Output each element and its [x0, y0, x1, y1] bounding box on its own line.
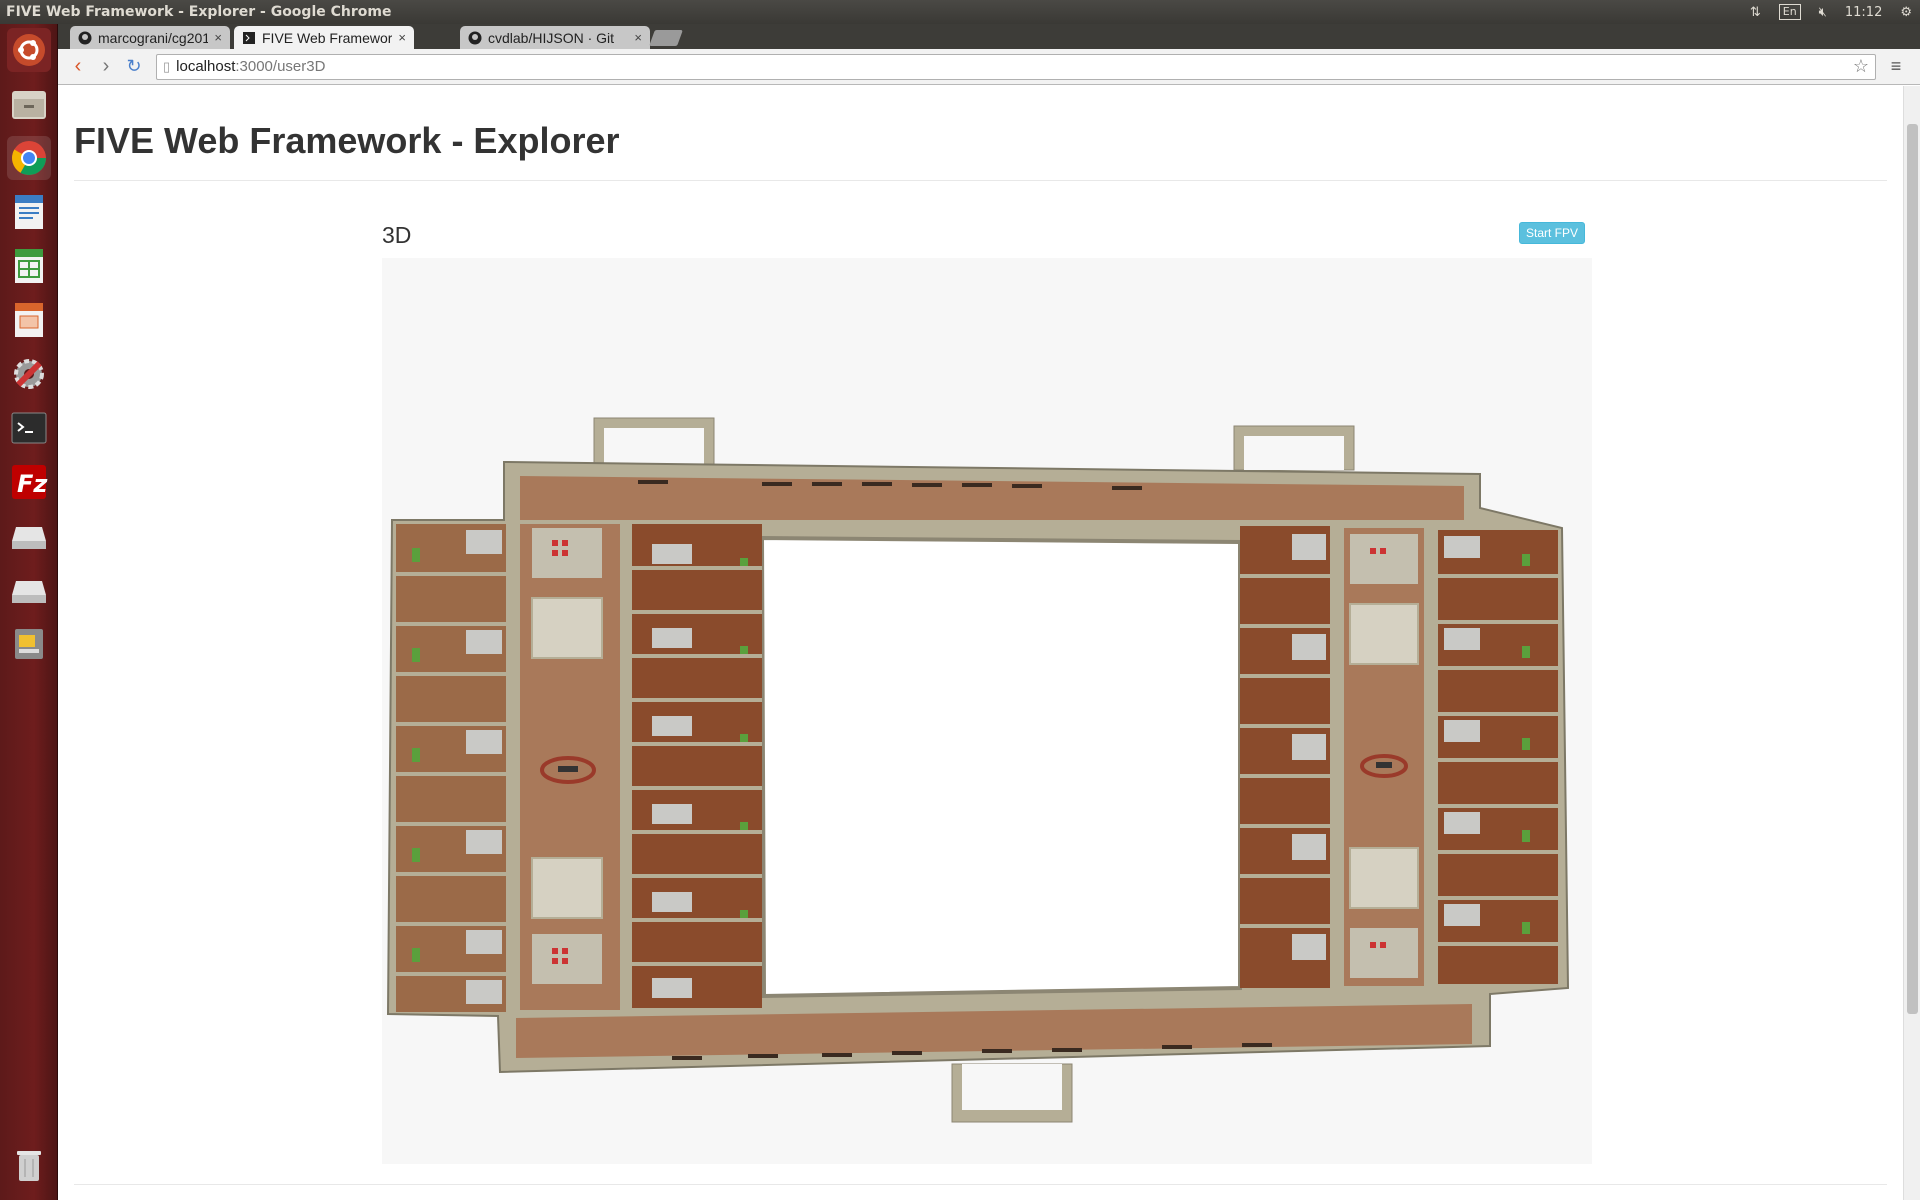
tab-github-cg2015[interactable]: marcograni/cg2015 × [70, 26, 230, 49]
chrome-icon[interactable] [7, 136, 51, 180]
terminal-icon[interactable] [7, 406, 51, 450]
close-icon[interactable]: × [398, 30, 406, 45]
launcher: Fz [0, 24, 58, 1200]
volume-muted-icon[interactable]: 🔇︎ [1819, 5, 1827, 20]
building-3d-model [386, 417, 1570, 1123]
close-icon[interactable]: × [214, 30, 222, 45]
page-scrollbar[interactable] [1903, 86, 1920, 1200]
scrollbar-thumb[interactable] [1907, 124, 1918, 1014]
svg-text:Fz: Fz [17, 470, 48, 498]
3d-viewer-canvas[interactable] [382, 258, 1592, 1164]
courtyard [759, 535, 1242, 999]
update-manager-icon[interactable] [7, 622, 51, 666]
files-icon[interactable] [7, 82, 51, 126]
impress-icon[interactable] [7, 298, 51, 342]
bottom-annex [951, 1063, 1073, 1123]
os-top-panel: FIVE Web Framework - Explorer - Google C… [0, 0, 1920, 24]
section-title: 3D [382, 222, 412, 248]
network-icon[interactable]: ⇅ [1750, 5, 1761, 20]
ubuntu-dash-icon[interactable] [7, 28, 51, 72]
start-fpv-button[interactable]: Start FPV [1519, 222, 1586, 244]
page-title: FIVE Web Framework - Explorer [74, 120, 620, 161]
browser-toolbar: ‹ › ↻ ▯ localhost:3000/user3D ☆ ≡ [58, 49, 1920, 85]
writer-icon[interactable] [7, 190, 51, 234]
reload-icon[interactable]: ↻ [120, 53, 148, 81]
back-arrow-icon[interactable]: ‹ [64, 53, 92, 81]
page-content: FIVE Web Framework - Explorer 3D Start F… [58, 86, 1903, 1200]
window-title: FIVE Web Framework - Explorer - Google C… [6, 4, 392, 20]
github-icon [78, 31, 92, 44]
new-tab-button[interactable] [649, 30, 683, 46]
tab-five-explorer[interactable]: FIVE Web Framewor × [234, 26, 414, 49]
system-settings-icon[interactable] [7, 352, 51, 396]
url-path: :3000/user3D [235, 58, 326, 75]
tab-github-hijson[interactable]: cvdlab/HIJSON · Git × [460, 26, 650, 49]
tab-strip: marcograni/cg2015 × FIVE Web Framewor × … [58, 24, 1920, 49]
address-bar[interactable]: ▯ localhost:3000/user3D ☆ [156, 53, 1876, 80]
trash-icon[interactable] [7, 1144, 51, 1188]
drive-icon[interactable] [7, 514, 51, 558]
clock[interactable]: 11:12 [1845, 5, 1882, 20]
close-icon[interactable]: × [634, 30, 642, 45]
page-icon [243, 31, 255, 44]
calc-icon[interactable] [7, 244, 51, 288]
top-annex-left [593, 417, 715, 471]
url-host: localhost [176, 58, 236, 75]
bookmark-star-icon[interactable]: ☆ [1853, 56, 1869, 77]
github-icon [468, 31, 482, 44]
panel-indicators: ⇅ En 🔇︎ 11:12 ⚙ [1750, 4, 1920, 20]
chrome-menu-icon[interactable]: ≡ [1884, 56, 1908, 77]
divider [74, 180, 1887, 181]
browser-window: marcograni/cg2015 × FIVE Web Framewor × … [58, 24, 1920, 1200]
filezilla-icon[interactable]: Fz [7, 460, 51, 504]
settings-gear-icon[interactable]: ⚙ [1900, 5, 1912, 20]
page-icon: ▯ [163, 58, 171, 74]
divider [74, 1184, 1887, 1185]
forward-arrow-icon[interactable]: › [92, 53, 120, 81]
drive-icon[interactable] [7, 568, 51, 612]
keyboard-layout-indicator[interactable]: En [1778, 4, 1801, 20]
top-annex-right [1233, 425, 1355, 471]
